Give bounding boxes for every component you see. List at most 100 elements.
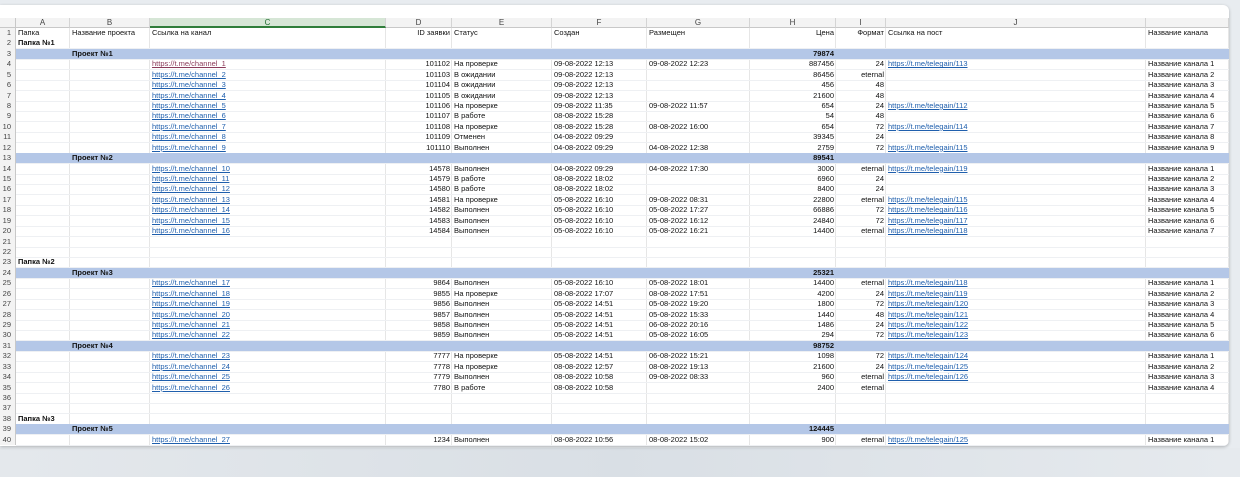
channel-name-cell[interactable]: Название канала 1 — [1146, 351, 1229, 361]
post-link-cell[interactable]: https://t.me/telegain/113 — [886, 59, 1146, 69]
channel-link-cell[interactable]: https://t.me/channel_3 — [150, 80, 386, 90]
created-cell[interactable]: 09-08-2022 12:13 — [552, 91, 647, 101]
row-number[interactable]: 15 — [0, 174, 16, 185]
created-cell[interactable]: 08-08-2022 18:02 — [552, 184, 647, 194]
channel-name-cell[interactable]: Название канала 5 — [1146, 205, 1229, 215]
request-id-cell[interactable]: 14584 — [386, 226, 452, 236]
created-cell[interactable]: 08-08-2022 10:58 — [552, 372, 647, 382]
placed-cell[interactable] — [647, 80, 750, 90]
request-id-cell[interactable]: 101104 — [386, 80, 452, 90]
channel-link-cell[interactable]: https://t.me/channel_26 — [150, 383, 386, 393]
format-cell[interactable]: 24 — [836, 132, 886, 142]
row-number[interactable]: 27 — [0, 299, 16, 310]
created-cell[interactable]: 09-08-2022 12:13 — [552, 80, 647, 90]
row-number[interactable]: 17 — [0, 194, 16, 206]
status-cell[interactable]: В работе — [452, 184, 552, 194]
format-cell[interactable]: 72 — [836, 122, 886, 132]
request-id-cell[interactable]: 14580 — [386, 184, 452, 194]
column-header-h[interactable]: H — [750, 18, 836, 28]
price-cell[interactable]: 21600 — [750, 362, 836, 372]
channel-link-cell[interactable]: https://t.me/channel_2 — [150, 70, 386, 80]
post-link-cell[interactable]: https://t.me/telegain/112 — [886, 101, 1146, 111]
post-link-cell[interactable]: https://t.me/telegain/120 — [886, 299, 1146, 309]
row-number[interactable]: 24 — [0, 267, 16, 279]
placed-cell[interactable]: 09-08-2022 08:33 — [647, 372, 750, 382]
created-cell[interactable]: 05-08-2022 14:51 — [552, 330, 647, 340]
price-cell[interactable]: 2759 — [750, 143, 836, 153]
status-cell[interactable]: Выполнен — [452, 330, 552, 340]
channel-name-cell[interactable]: Название канала 3 — [1146, 184, 1229, 194]
format-cell[interactable]: 48 — [836, 91, 886, 101]
channel-name-cell[interactable]: Название канала 3 — [1146, 80, 1229, 90]
project-total-cell[interactable]: 89541 — [750, 153, 836, 163]
status-cell[interactable]: В ожидании — [452, 70, 552, 80]
placed-cell[interactable]: 08-08-2022 17:51 — [647, 289, 750, 299]
channel-link-cell[interactable]: https://t.me/channel_6 — [150, 111, 386, 121]
price-cell[interactable]: 14400 — [750, 226, 836, 236]
placed-cell[interactable] — [647, 184, 750, 194]
channel-name-cell[interactable]: Название канала 3 — [1146, 372, 1229, 382]
channel-link-cell[interactable]: https://t.me/channel_7 — [150, 122, 386, 132]
row-number[interactable]: 11 — [0, 132, 16, 143]
folder-name-cell[interactable]: Папка №3 — [16, 414, 70, 424]
post-link-cell[interactable] — [886, 80, 1146, 90]
placed-cell[interactable]: 05-08-2022 16:21 — [647, 226, 750, 236]
row-number[interactable]: 29 — [0, 320, 16, 331]
channel-name-cell[interactable]: Название канала 1 — [1146, 59, 1229, 69]
row-number[interactable]: 39 — [0, 424, 16, 435]
row-number[interactable]: 37 — [0, 403, 16, 414]
status-cell[interactable]: Отменен — [452, 132, 552, 142]
header-cell-c[interactable]: Ссылка на канал — [150, 28, 386, 38]
status-cell[interactable]: Выполнен — [452, 143, 552, 153]
created-cell[interactable]: 04-08-2022 09:29 — [552, 164, 647, 174]
column-header-f[interactable]: F — [552, 18, 647, 28]
placed-cell[interactable]: 05-08-2022 16:12 — [647, 216, 750, 226]
request-id-cell[interactable]: 14583 — [386, 216, 452, 226]
project-total-cell[interactable]: 79874 — [750, 49, 836, 59]
channel-name-cell[interactable]: Название канала 5 — [1146, 320, 1229, 330]
channel-link-cell[interactable]: https://t.me/channel_21 — [150, 320, 386, 330]
placed-cell[interactable] — [647, 174, 750, 184]
price-cell[interactable]: 1440 — [750, 310, 836, 320]
channel-name-cell[interactable]: Название канала 2 — [1146, 70, 1229, 80]
request-id-cell[interactable]: 14579 — [386, 174, 452, 184]
created-cell[interactable]: 08-08-2022 15:28 — [552, 111, 647, 121]
placed-cell[interactable]: 09-08-2022 08:31 — [647, 195, 750, 205]
post-link-cell[interactable]: https://t.me/telegain/121 — [886, 310, 1146, 320]
request-id-cell[interactable]: 9857 — [386, 310, 452, 320]
status-cell[interactable]: На проверке — [452, 122, 552, 132]
post-link-cell[interactable]: https://t.me/telegain/118 — [886, 278, 1146, 288]
placed-cell[interactable]: 08-08-2022 15:02 — [647, 435, 750, 445]
column-header-b[interactable]: B — [70, 18, 150, 28]
post-link-cell[interactable] — [886, 132, 1146, 142]
format-cell[interactable]: eternal — [836, 435, 886, 445]
post-link-cell[interactable]: https://t.me/telegain/116 — [886, 205, 1146, 215]
channel-name-cell[interactable]: Название канала 4 — [1146, 195, 1229, 205]
request-id-cell[interactable]: 101108 — [386, 122, 452, 132]
price-cell[interactable]: 887456 — [750, 59, 836, 69]
project-name-cell[interactable]: Проект №3 — [70, 268, 150, 278]
post-link-cell[interactable]: https://t.me/telegain/119 — [886, 164, 1146, 174]
row-number[interactable]: 1 — [0, 28, 16, 39]
row-number[interactable]: 25 — [0, 278, 16, 289]
row-number[interactable]: 2 — [0, 38, 16, 49]
created-cell[interactable]: 05-08-2022 16:10 — [552, 278, 647, 288]
created-cell[interactable]: 08-08-2022 15:28 — [552, 122, 647, 132]
row-number[interactable]: 40 — [0, 434, 16, 446]
request-id-cell[interactable]: 101110 — [386, 143, 452, 153]
post-link-cell[interactable]: https://t.me/telegain/114 — [886, 122, 1146, 132]
post-link-cell[interactable] — [886, 184, 1146, 194]
format-cell[interactable]: 72 — [836, 216, 886, 226]
request-id-cell[interactable]: 101103 — [386, 70, 452, 80]
placed-cell[interactable]: 06-08-2022 20:16 — [647, 320, 750, 330]
channel-link-cell[interactable]: https://t.me/channel_10 — [150, 164, 386, 174]
price-cell[interactable]: 66886 — [750, 205, 836, 215]
channel-link-cell[interactable]: https://t.me/channel_5 — [150, 101, 386, 111]
status-cell[interactable]: В работе — [452, 111, 552, 121]
channel-link-cell[interactable]: https://t.me/channel_17 — [150, 278, 386, 288]
row-number[interactable]: 22 — [0, 247, 16, 258]
row-number[interactable]: 33 — [0, 361, 16, 373]
request-id-cell[interactable]: 9855 — [386, 289, 452, 299]
row-number[interactable]: 20 — [0, 226, 16, 237]
row-number[interactable]: 3 — [0, 48, 16, 60]
